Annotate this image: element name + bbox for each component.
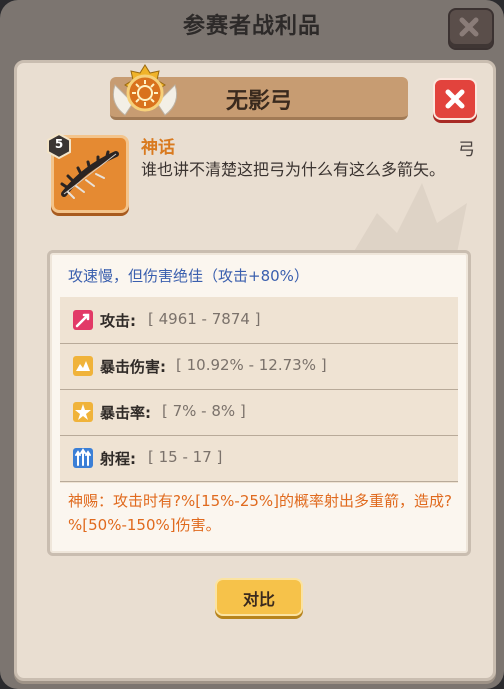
window-title: 参赛者战利品 [182,14,321,39]
crit-damage-icon [73,356,93,376]
close-icon [445,89,465,109]
stat-label: 暴击伤害: [100,358,166,376]
compare-button-label: 对比 [242,590,275,609]
stat-label: 攻击: [100,312,136,330]
outer-close-button[interactable] [448,8,494,50]
stat-value: [ 15 - 17 ] [148,448,223,466]
stats-box: 攻速慢，但伤害绝佳（攻击+80%） 攻击: [ 4961 - 7874 ] 暴击… [47,250,471,556]
item-description: 谁也讲不清楚这把弓为什么有这么多箭矢。 [141,160,446,179]
stat-value: [ 7% - 8% ] [162,402,246,420]
stat-row-range: 射程: [ 15 - 17 ] [60,435,458,482]
item-level-badge: 5 [46,132,72,160]
attack-icon [73,310,93,330]
stat-row-attack: 攻击: [ 4961 - 7874 ] [60,297,458,344]
close-icon [459,17,479,37]
close-button[interactable] [433,78,477,120]
rarity-emblem-icon [112,64,178,116]
stats-summary: 攻速慢，但伤害绝佳（攻击+80%） [68,267,309,285]
item-detail-panel: 无影弓 5 神话 弓 谁也讲不清楚这把弓为什么有这么多箭矢。 攻速慢，但伤害绝佳… [14,60,496,681]
stat-value: [ 10.92% - 12.73% ] [176,356,327,374]
item-type: 弓 [458,140,475,160]
stats-list: 攻击: [ 4961 - 7874 ] 暴击伤害: [ 10.92% - 12.… [60,297,458,483]
item-rarity: 神话 [141,138,175,158]
compare-button[interactable]: 对比 [215,578,303,616]
stat-row-crit-damage: 暴击伤害: [ 10.92% - 12.73% ] [60,343,458,390]
stat-row-crit-rate: 暴击率: [ 7% - 8% ] [60,389,458,436]
crit-rate-icon [73,402,93,422]
range-icon [73,448,93,468]
blessing-text: 神赐：攻击时有?%[15%-25%]的概率射出多重箭，造成?%[50%-150%… [68,492,452,534]
stat-value: [ 4961 - 7874 ] [148,310,261,328]
stat-label: 射程: [100,450,136,468]
item-level: 5 [54,137,64,151]
loot-window: 参赛者战利品 无影弓 5 神话 弓 谁也讲不清楚这把弓为什么有这么多箭矢。 攻速… [0,0,504,689]
stat-label: 暴击率: [100,404,151,422]
